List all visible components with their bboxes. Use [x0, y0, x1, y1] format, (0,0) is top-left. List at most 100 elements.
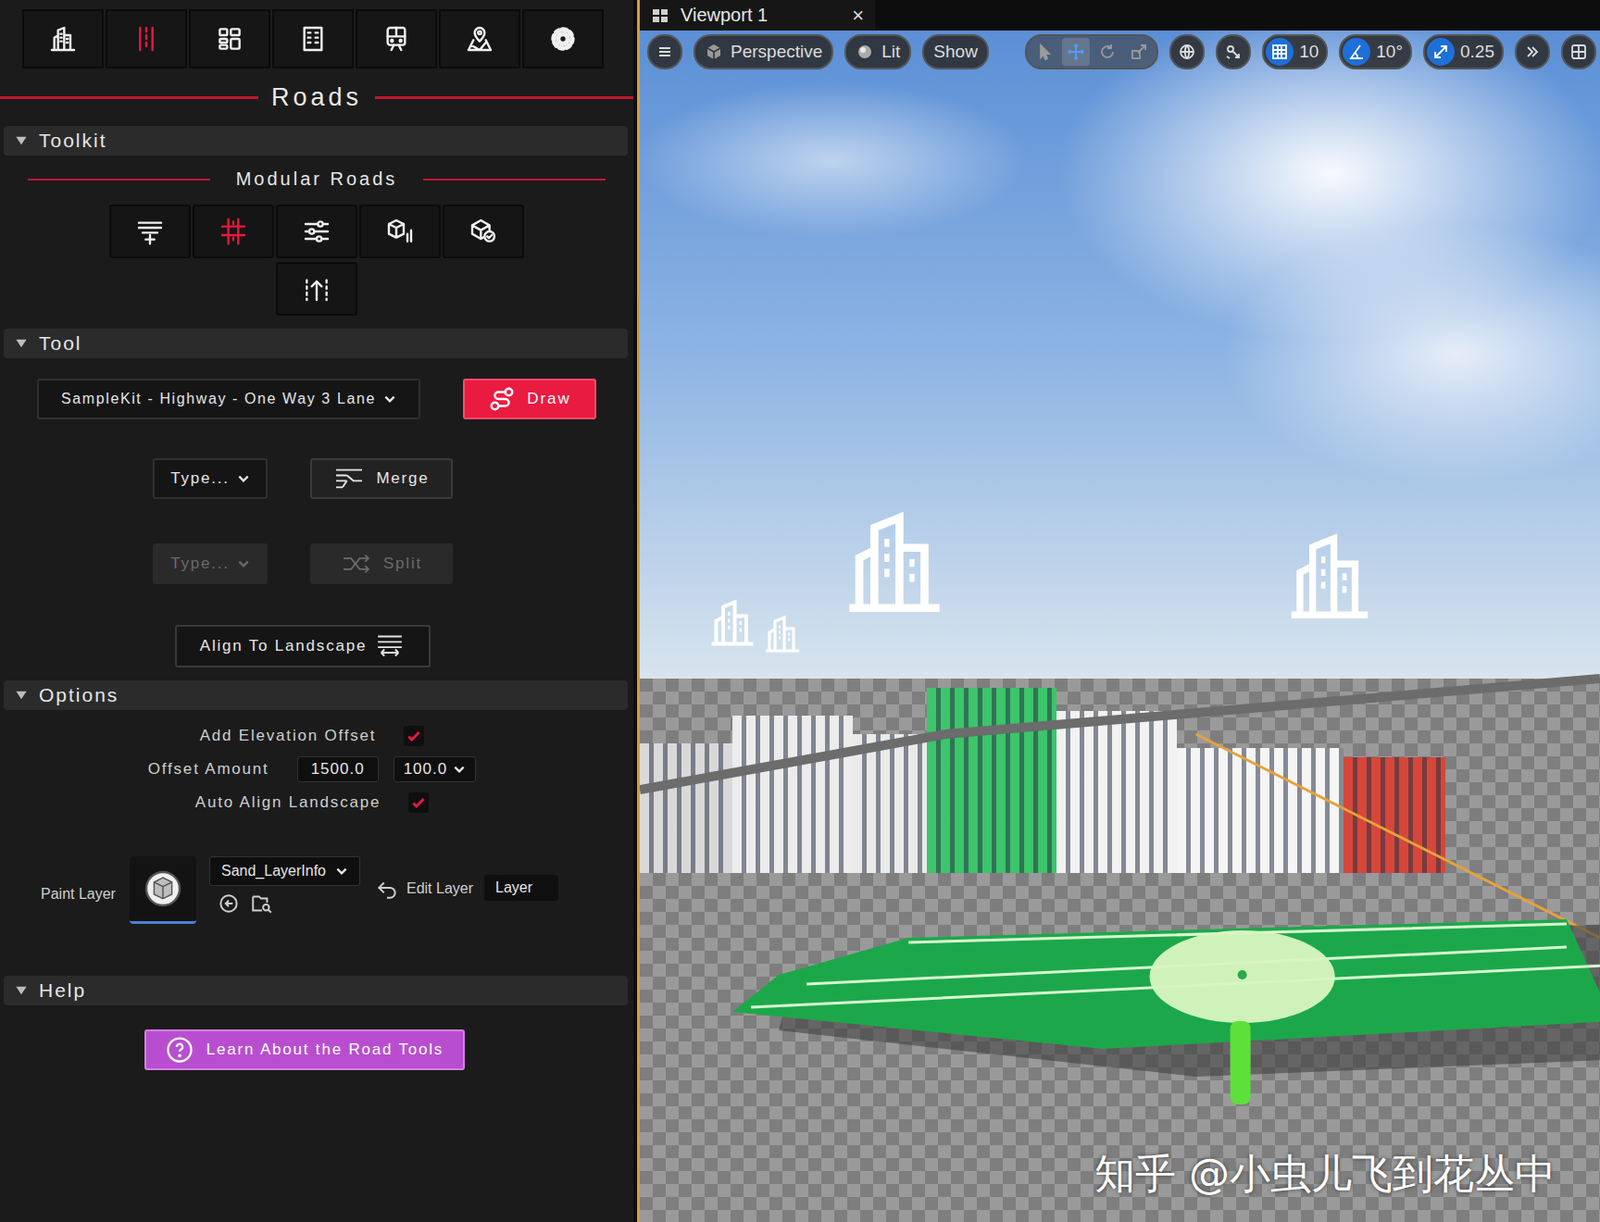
city-render: [639, 669, 1600, 874]
roads-panel: RoadsToolkitModular RoadsToolSampleKit -…: [0, 0, 634, 1222]
type-action-row: Type... Merge: [0, 458, 634, 500]
grid-snap[interactable]: 10: [1262, 34, 1328, 70]
expand-icon: [14, 688, 28, 702]
watermark: 知乎 @小虫儿飞到花丛中: [1094, 1147, 1556, 1202]
view-mode-button[interactable]: Perspective: [693, 34, 834, 70]
browse-icon[interactable]: [250, 891, 275, 916]
city-marker-icon: [834, 502, 955, 624]
question-icon: [165, 1036, 194, 1064]
chevron-icon: [383, 392, 397, 406]
box-meter-icon: [385, 216, 415, 247]
align-icon: [374, 633, 406, 660]
more-button[interactable]: [1514, 34, 1550, 70]
modular-roads-heading: Modular Roads: [0, 168, 634, 190]
viewport-tab[interactable]: Viewport 1×: [639, 0, 875, 31]
split-icon: [340, 550, 373, 577]
auto-align-checkbox[interactable]: [408, 792, 429, 813]
chevron-icon: [237, 472, 250, 486]
viewport: Viewport 1×Perspective Lit Show 10 10° 0.25 知乎…: [637, 0, 1600, 1222]
chevrons-right-icon: [1523, 42, 1542, 62]
road-preset-dropdown[interactable]: SampleKit - Highway - One Way 3 Lane: [37, 378, 421, 420]
city-icon: [48, 24, 78, 54]
check-icon: [410, 794, 427, 812]
merge-button[interactable]: Merge: [310, 458, 453, 500]
align-up-icon: [301, 274, 332, 304]
type-dropdown[interactable]: Type...: [152, 458, 268, 500]
lit-sphere-icon: [855, 42, 875, 62]
mode-tab[interactable]: [188, 9, 271, 69]
mode-tab[interactable]: [272, 9, 354, 69]
add-lane-icon: [135, 216, 165, 247]
chevron-icon: [237, 557, 250, 571]
toolkit-tool[interactable]: [109, 204, 191, 259]
toolkit-tools: [103, 204, 530, 316]
road-icon: [131, 24, 162, 54]
draw-button[interactable]: Draw: [462, 378, 597, 420]
transform-tool[interactable]: [1030, 37, 1059, 66]
mode-tab[interactable]: [522, 9, 604, 69]
close-tab-button[interactable]: ×: [851, 3, 864, 28]
surface-snap-button[interactable]: [1215, 34, 1251, 70]
offset-step-dropdown[interactable]: 100.0: [393, 756, 477, 783]
angle-icon: [1347, 42, 1366, 62]
help-row: Learn About the Road Tools: [0, 1029, 634, 1071]
viewport-toolbar: Perspective Lit Show 10 10° 0.25: [647, 34, 1597, 70]
toolkit-tool[interactable]: [192, 204, 275, 259]
surface-snap-icon: [1224, 42, 1243, 62]
show-button[interactable]: Show: [922, 34, 989, 70]
align-to-landscape-button[interactable]: Align To Landscape: [175, 625, 431, 668]
learn-road-tools-button[interactable]: Learn About the Road Tools: [144, 1029, 465, 1071]
layer-info-dropdown[interactable]: Sand_LayerInfo: [209, 856, 361, 887]
toolkit-tool[interactable]: [275, 262, 358, 316]
split-button: Split: [310, 543, 453, 585]
offset-amount-field[interactable]: 1500.0: [297, 756, 379, 783]
type-dropdown: Type...: [152, 543, 268, 585]
layer-thumbnail[interactable]: [129, 856, 197, 925]
world-local-button[interactable]: [1169, 34, 1205, 70]
layout-button[interactable]: [1561, 34, 1597, 70]
draw-path-icon: [487, 385, 516, 413]
scale-snap[interactable]: 0.25: [1423, 34, 1504, 70]
mode-tab[interactable]: [355, 9, 438, 69]
expand-icon: [14, 984, 28, 998]
viewport-scene[interactable]: Perspective Lit Show 10 10° 0.25 知乎 @小虫儿飞到花丛中: [639, 30, 1600, 1222]
merge-icon: [333, 465, 365, 492]
expand-icon: [14, 337, 28, 350]
paint-layer-row: Paint LayerSand_LayerInfoEdit LayerLayer: [0, 856, 634, 925]
transform-tool[interactable]: [1093, 37, 1122, 66]
reset-icon[interactable]: [375, 876, 400, 901]
help-header[interactable]: Help: [3, 975, 628, 1006]
add-elevation-offset-checkbox[interactable]: [403, 725, 425, 747]
building-render: [926, 687, 1057, 874]
scale-snap-icon: [1431, 42, 1450, 62]
toolkit-header[interactable]: Toolkit: [3, 125, 628, 156]
layer-actions: [209, 891, 361, 916]
toolkit-tool[interactable]: [359, 204, 441, 259]
transform-tool[interactable]: [1125, 37, 1153, 66]
box-check-icon: [468, 216, 499, 247]
city-marker-icon: [704, 595, 761, 651]
layer-selector: Sand_LayerInfo: [209, 856, 361, 916]
mode-tab[interactable]: [438, 9, 521, 69]
building-icon: [298, 24, 328, 54]
options-header[interactable]: Options: [3, 680, 628, 711]
sphere-icon: [140, 866, 186, 912]
preset-row: SampleKit - Highway - One Way 3 Lane Draw: [0, 378, 634, 420]
edit-layer-field[interactable]: Layer: [484, 875, 559, 901]
add-elevation-offset-row: Add Elevation Offset: [0, 719, 634, 753]
mode-tab[interactable]: [105, 9, 188, 69]
mode-tab[interactable]: [22, 9, 104, 69]
transform-tool[interactable]: [1062, 37, 1090, 66]
viewport-menu-button[interactable]: [647, 34, 683, 70]
toolkit-tool[interactable]: [275, 204, 358, 259]
move-icon: [1066, 42, 1086, 62]
lighting-mode-button[interactable]: Lit: [844, 34, 912, 70]
tool-header[interactable]: Tool: [3, 328, 628, 359]
layout-icon: [1569, 42, 1588, 62]
toolkit-tool[interactable]: [442, 204, 525, 259]
viewport-icon: [650, 6, 670, 25]
select-icon: [1035, 42, 1054, 62]
angle-snap[interactable]: 10°: [1338, 34, 1413, 70]
use-selected-icon[interactable]: [216, 891, 241, 916]
mode-tabs: [0, 0, 634, 69]
